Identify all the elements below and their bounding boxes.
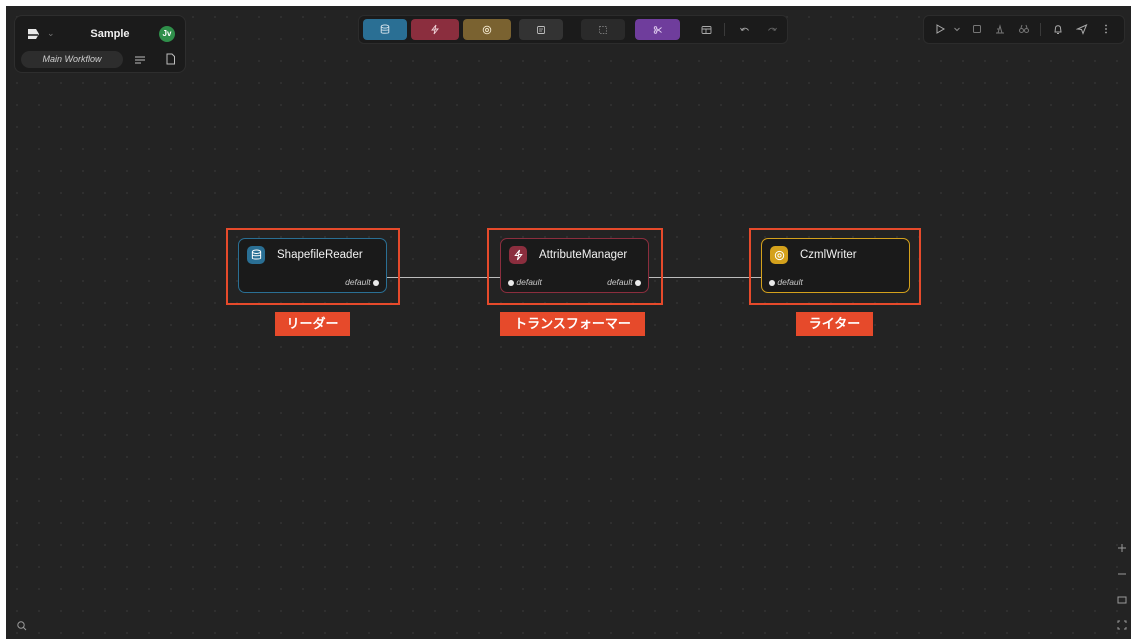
- note-icon: [537, 25, 545, 34]
- lightning-icon: [513, 249, 523, 261]
- fullscreen-icon[interactable]: [1116, 619, 1128, 631]
- reader-label-tag: リーダー: [275, 312, 350, 336]
- bell-icon[interactable]: [1052, 23, 1064, 35]
- node-toolbar: [358, 15, 788, 44]
- play-icon[interactable]: [934, 23, 946, 35]
- transformer-button[interactable]: [411, 19, 459, 40]
- toolbar-divider: [724, 23, 725, 36]
- port-handle[interactable]: [635, 279, 641, 286]
- node-icon-box: [770, 246, 788, 264]
- undo-icon: [739, 27, 749, 32]
- run-panel: [923, 15, 1125, 44]
- more-icon[interactable]: [1100, 23, 1112, 35]
- workflow-canvas[interactable]: ⌄ Sample Jv Main Workflow ShapefileReade…: [6, 6, 1131, 639]
- project-name: Sample: [90, 28, 130, 40]
- page-icon[interactable]: [165, 53, 176, 65]
- logo-icon[interactable]: [25, 26, 41, 42]
- binoculars-icon[interactable]: [1018, 23, 1030, 35]
- redo-button[interactable]: [761, 19, 783, 40]
- node-czml-writer[interactable]: CzmlWriter default: [761, 238, 910, 293]
- input-port[interactable]: default: [508, 277, 542, 287]
- subworkflow-button[interactable]: [635, 19, 680, 40]
- layout-button[interactable]: [695, 19, 717, 40]
- run-panel-divider: [1040, 23, 1041, 36]
- node-title: AttributeManager: [539, 249, 628, 261]
- zoom-in-icon[interactable]: [1116, 542, 1128, 554]
- dashed-square-icon: [599, 25, 607, 34]
- database-icon: [380, 24, 390, 34]
- transformer-label-tag: トランスフォーマー: [500, 312, 645, 336]
- target-icon: [482, 25, 492, 34]
- writer-label-tag: ライター: [796, 312, 873, 336]
- database-icon: [251, 249, 261, 260]
- chevron-down-icon[interactable]: [951, 23, 963, 35]
- tab-main-workflow[interactable]: Main Workflow: [21, 51, 123, 68]
- note-button[interactable]: [519, 19, 563, 40]
- reader-button[interactable]: [363, 19, 407, 40]
- send-icon[interactable]: [1076, 23, 1088, 35]
- list-icon[interactable]: [134, 54, 146, 66]
- port-handle[interactable]: [769, 279, 775, 286]
- port-label: default: [345, 277, 371, 287]
- node-attribute-manager[interactable]: AttributeManager default default: [500, 238, 649, 293]
- fit-view-icon[interactable]: [1116, 594, 1128, 606]
- node-icon-box: [509, 246, 527, 264]
- output-port[interactable]: default: [345, 277, 379, 287]
- batch-button[interactable]: [581, 19, 625, 40]
- node-icon-box: [247, 246, 265, 264]
- node-shapefile-reader[interactable]: ShapefileReader default: [238, 238, 387, 293]
- port-handle[interactable]: [508, 279, 514, 286]
- stop-icon[interactable]: [971, 23, 983, 35]
- chevron-down-icon[interactable]: ⌄: [47, 28, 55, 39]
- port-label: default: [516, 277, 542, 287]
- input-port[interactable]: default: [769, 277, 803, 287]
- redo-icon: [767, 27, 777, 32]
- node-title: CzmlWriter: [800, 249, 857, 261]
- undo-button[interactable]: [733, 19, 755, 40]
- search-icon[interactable]: [16, 620, 28, 632]
- port-label: default: [777, 277, 803, 287]
- avatar[interactable]: Jv: [159, 26, 175, 42]
- port-handle[interactable]: [373, 279, 379, 286]
- scissors-icon: [653, 25, 662, 34]
- project-panel: ⌄ Sample Jv Main Workflow: [14, 15, 186, 73]
- layout-icon: [701, 25, 711, 34]
- port-label: default: [607, 277, 633, 287]
- lightning-icon: [431, 24, 439, 35]
- writer-button[interactable]: [463, 19, 511, 40]
- debug-icon[interactable]: [994, 23, 1006, 35]
- output-port[interactable]: default: [607, 277, 641, 287]
- zoom-out-icon[interactable]: [1116, 568, 1128, 580]
- target-icon: [774, 250, 784, 260]
- node-title: ShapefileReader: [277, 249, 363, 261]
